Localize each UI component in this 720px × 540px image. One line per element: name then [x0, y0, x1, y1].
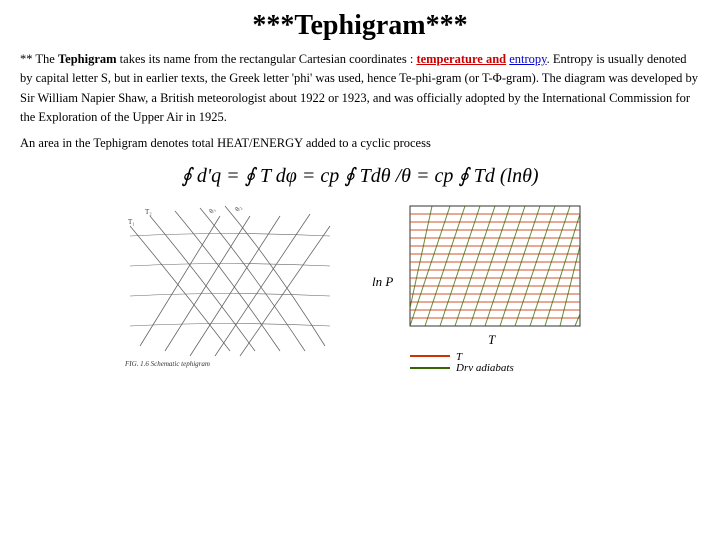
svg-text:T₂: T₂: [145, 208, 152, 216]
svg-text:ln P: ln P: [372, 274, 393, 289]
page: ***Tephigram*** ** The Tephigram takes i…: [0, 0, 720, 540]
svg-text:Dry adiabats: Dry adiabats: [455, 362, 514, 371]
svg-text:T: T: [488, 332, 496, 347]
svg-text:FIG. 1.6 Schematic tephigram: FIG. 1.6 Schematic tephigram: [124, 360, 210, 368]
svg-text:T₁: T₁: [128, 218, 135, 226]
formula: ∮ d'q = ∮ T dφ = cp ∮ Tdθ /θ = cp ∮ Td (…: [20, 163, 700, 188]
diagram-right: ln P: [360, 196, 600, 371]
svg-text:θ₂: θ₂: [233, 203, 243, 213]
page-title: ***Tephigram***: [20, 10, 700, 42]
paragraph2: An area in the Tephigram denotes total H…: [20, 134, 700, 153]
bottom-section: FIG. 1.6 Schematic tephigram θ₁ θ₂ T₁ T₂…: [20, 196, 700, 371]
paragraph1: ** The Tephigram takes its name from the…: [20, 50, 700, 128]
svg-text:θ₁: θ₁: [207, 206, 217, 216]
diagram-left: FIG. 1.6 Schematic tephigram θ₁ θ₂ T₁ T₂: [120, 196, 340, 371]
